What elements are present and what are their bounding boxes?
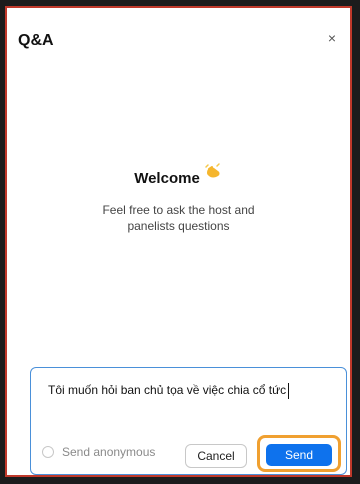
question-input-text: Tôi muốn hỏi ban chủ tọa về việc chia cổ… [48,383,287,398]
close-icon[interactable]: × [324,30,340,46]
welcome-subtitle-line2: panelists questions [127,219,230,233]
text-caret [288,383,290,399]
send-button[interactable]: Send [266,444,332,466]
question-input[interactable]: Tôi muốn hỏi ban chủ tọa về việc chia cổ… [48,383,290,399]
dialog-title: Q&A [18,32,54,49]
cancel-button[interactable]: Cancel [185,444,247,468]
welcome-heading: Welcome [134,163,223,188]
send-button-highlight: Send [257,435,341,472]
send-anonymous-toggle[interactable]: Send anonymous [42,445,155,459]
send-anonymous-label: Send anonymous [62,445,156,459]
qa-window: Q&A × Welcome Feel free to ask the host … [5,6,352,477]
welcome-title: Welcome [134,169,200,187]
waving-hand-icon [203,162,223,182]
welcome-section: Welcome Feel free to ask the host and pa… [7,163,350,234]
question-compose-box[interactable]: Tôi muốn hỏi ban chủ tọa về việc chia cổ… [30,367,347,475]
welcome-subtitle-line1: Feel free to ask the host and [102,203,255,217]
send-anonymous-checkbox[interactable] [42,446,54,458]
welcome-subtitle: Feel free to ask the host and panelists … [7,202,350,234]
